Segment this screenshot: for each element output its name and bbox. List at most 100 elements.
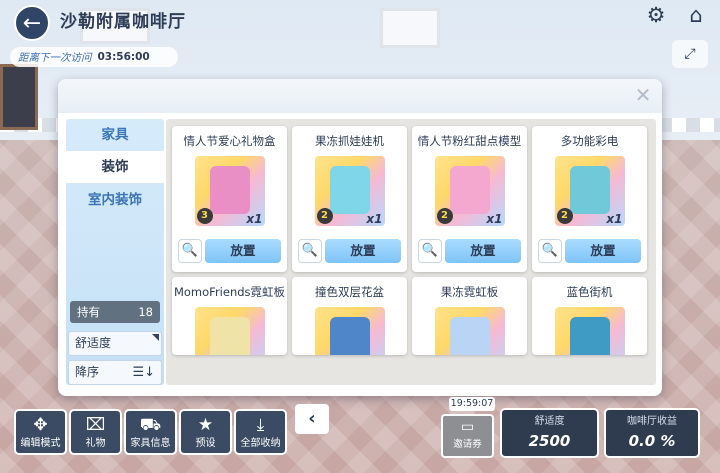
ticket-icon: ▭ bbox=[460, 419, 475, 435]
item-grid: 情人节爱心礼物盒 3 x1 🔍 放置 果冻抓娃娃机 2 x1 🔍 放置 情人节粉… bbox=[166, 119, 656, 385]
rarity-badge: 2 bbox=[436, 208, 453, 224]
item-quantity: x1 bbox=[606, 212, 623, 226]
claw-machine-icon bbox=[329, 166, 370, 214]
owned-label: 持有 bbox=[77, 305, 100, 319]
rarity-badge: 2 bbox=[316, 208, 333, 224]
dropdown-corner-icon bbox=[152, 334, 159, 341]
furniture-info-button[interactable]: ⛟ 家具信息 bbox=[124, 409, 177, 455]
item-card[interactable]: 果冻抓娃娃机 2 x1 🔍 放置 bbox=[292, 126, 407, 272]
sort-order-button[interactable]: 降序 ☰↓ bbox=[68, 360, 162, 385]
flower-pot-icon bbox=[329, 317, 370, 355]
income-value: 0.0 % bbox=[628, 432, 676, 450]
owned-count: 持有 18 bbox=[70, 301, 160, 323]
game-clock: 19:59:07 bbox=[449, 397, 495, 411]
item-name: 果冻霓虹板 bbox=[440, 285, 499, 299]
rarity-badge: 2 bbox=[556, 208, 573, 224]
item-card[interactable]: 多功能彩电 2 x1 🔍 放置 bbox=[532, 126, 647, 272]
gift-button[interactable]: ⌧ 礼物 bbox=[69, 409, 122, 455]
category-tab-decoration[interactable]: 装饰 bbox=[66, 151, 164, 183]
item-quantity: x1 bbox=[486, 212, 503, 226]
item-card[interactable]: 果冻霓虹板 bbox=[412, 277, 527, 355]
top-bar: ← 沙勒附属咖啡厅 ⚙ ⌂ bbox=[0, 0, 720, 44]
edit-mode-button[interactable]: ✥ 编辑模式 bbox=[14, 409, 67, 455]
item-name: 多功能彩电 bbox=[560, 134, 619, 148]
item-quantity: x1 bbox=[246, 212, 263, 226]
filter-dropdown[interactable]: 舒适度 bbox=[68, 331, 162, 356]
item-card[interactable]: 情人节爱心礼物盒 3 x1 🔍 放置 bbox=[172, 126, 287, 272]
invite-label: 邀请券 bbox=[453, 439, 482, 450]
item-name: 蓝色街机 bbox=[566, 285, 613, 299]
collect-all-label: 全部收纳 bbox=[240, 438, 281, 449]
gift-box-icon bbox=[209, 166, 250, 214]
cafe-income-stat: 咖啡厅收益 0.0 % bbox=[604, 408, 700, 458]
item-card[interactable]: 情人节粉红甜点模型 2 x1 🔍 放置 bbox=[412, 126, 527, 272]
cafe-title: 沙勒附属咖啡厅 bbox=[60, 12, 186, 32]
menu-board bbox=[0, 64, 38, 130]
panel-header bbox=[58, 79, 662, 113]
sort-label: 降序 bbox=[75, 365, 100, 379]
magnifier-icon[interactable]: 🔍 bbox=[538, 239, 562, 263]
item-thumbnail: 2 x1 bbox=[314, 156, 385, 226]
item-card[interactable]: 蓝色街机 bbox=[532, 277, 647, 355]
gear-icon[interactable]: ⚙ bbox=[643, 2, 669, 28]
category-tab-furniture[interactable]: 家具 bbox=[66, 119, 164, 151]
category-tab-interior[interactable]: 室内装饰 bbox=[66, 184, 164, 216]
arcade-machine-icon bbox=[569, 317, 610, 355]
comfort-stat: 舒适度 2500 bbox=[500, 408, 599, 458]
place-button[interactable]: 放置 bbox=[325, 239, 401, 263]
next-visit-time: 03:56:00 bbox=[97, 51, 150, 63]
item-thumbnail bbox=[554, 307, 625, 355]
chevron-left-icon[interactable]: ‹ bbox=[295, 404, 329, 434]
item-name: 撞色双层花盆 bbox=[315, 285, 384, 299]
place-button[interactable]: 放置 bbox=[565, 239, 641, 263]
expand-icon[interactable]: ⤢ bbox=[672, 40, 708, 68]
item-card[interactable]: 撞色双层花盆 bbox=[292, 277, 407, 355]
home-icon[interactable]: ⌂ bbox=[683, 2, 709, 28]
neon-sign-icon bbox=[449, 317, 490, 355]
item-name: 情人节粉红甜点模型 bbox=[417, 134, 522, 148]
item-thumbnail: 3 x1 bbox=[194, 156, 265, 226]
furniture-inventory-panel: ✕ 家具 装饰 室内装饰 持有 18 舒适度 降序 ☰↓ 情人节爱心礼物盒 3 … bbox=[58, 79, 662, 396]
category-sidebar: 家具 装饰 室内装饰 持有 18 舒适度 降序 ☰↓ bbox=[66, 119, 164, 385]
income-label: 咖啡厅收益 bbox=[627, 416, 677, 427]
tv-icon bbox=[569, 166, 610, 214]
furniture-info-label: 家具信息 bbox=[130, 438, 171, 449]
filter-label: 舒适度 bbox=[75, 336, 112, 350]
item-thumbnail bbox=[314, 307, 385, 355]
gift-label: 礼物 bbox=[85, 438, 106, 449]
sort-descending-icon: ☰↓ bbox=[132, 365, 155, 380]
invite-ticket-button[interactable]: ▭ 邀请券 bbox=[441, 414, 494, 458]
item-quantity: x1 bbox=[366, 212, 383, 226]
collect-all-button[interactable]: ⤓ 全部收纳 bbox=[234, 409, 287, 455]
edit-mode-label: 编辑模式 bbox=[20, 438, 61, 449]
preset-button[interactable]: ★ 预设 bbox=[179, 409, 232, 455]
item-name: 果冻抓娃娃机 bbox=[315, 134, 384, 148]
neon-sign-icon bbox=[209, 317, 250, 355]
preset-label: 预设 bbox=[195, 438, 216, 449]
magnifier-icon[interactable]: 🔍 bbox=[178, 239, 202, 263]
item-thumbnail: 2 x1 bbox=[434, 156, 505, 226]
owned-value: 18 bbox=[138, 305, 153, 319]
next-visit-timer: 距离下一次访问 03:56:00 bbox=[10, 47, 178, 67]
download-tray-icon: ⤓ bbox=[256, 415, 265, 435]
item-card[interactable]: MomoFriends霓虹板 bbox=[172, 277, 287, 355]
dessert-model-icon bbox=[449, 166, 490, 214]
comfort-value: 2500 bbox=[528, 432, 571, 450]
close-icon[interactable]: ✕ bbox=[632, 84, 654, 106]
magnifier-icon[interactable]: 🔍 bbox=[418, 239, 442, 263]
item-name: MomoFriends霓虹板 bbox=[173, 285, 286, 299]
magnifier-icon[interactable]: 🔍 bbox=[298, 239, 322, 263]
bookmark-icon: ★ bbox=[197, 415, 214, 435]
move-arrows-icon: ✥ bbox=[33, 415, 48, 435]
item-thumbnail bbox=[434, 307, 505, 355]
comfort-label: 舒适度 bbox=[534, 416, 565, 427]
place-button[interactable]: 放置 bbox=[445, 239, 521, 263]
item-thumbnail bbox=[194, 307, 265, 355]
cart-icon: ⛟ bbox=[139, 415, 162, 435]
item-thumbnail: 2 x1 bbox=[554, 156, 625, 226]
rarity-badge: 3 bbox=[196, 208, 213, 224]
item-name: 情人节爱心礼物盒 bbox=[183, 134, 276, 148]
back-arrow-icon[interactable]: ← bbox=[14, 5, 50, 41]
gift-icon: ⌧ bbox=[85, 415, 106, 435]
place-button[interactable]: 放置 bbox=[205, 239, 281, 263]
